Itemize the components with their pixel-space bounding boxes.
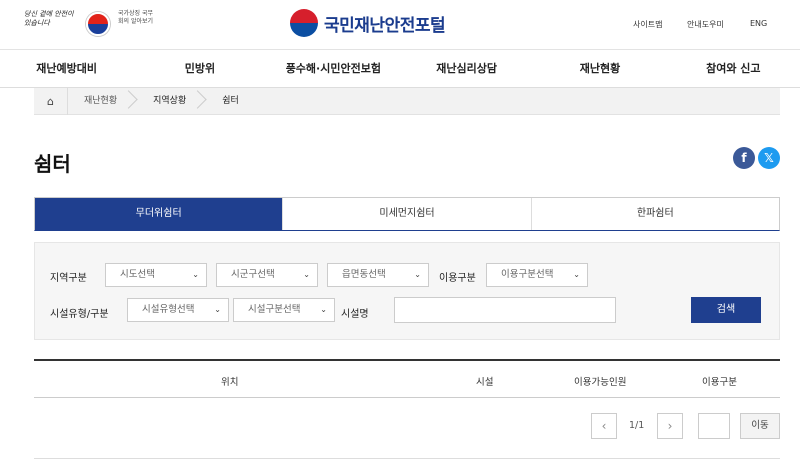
page-number-input[interactable]	[698, 413, 730, 439]
sigungu-select[interactable]: 시군구선택 ⌄	[216, 263, 318, 287]
column-location: 위치	[221, 377, 239, 388]
nav-item-disaster-status[interactable]: 재난현황	[533, 50, 666, 87]
nav-item-insurance[interactable]: 풍수해·시민안전보험	[267, 50, 400, 87]
nav-item-counseling[interactable]: 재난심리상담	[400, 50, 533, 87]
next-page-button[interactable]: ›	[657, 413, 683, 439]
home-icon[interactable]: ⌂	[34, 87, 68, 115]
eupmyeondong-select[interactable]: 읍면동선택 ⌄	[327, 263, 429, 287]
facebook-share-icon[interactable]: f	[733, 147, 755, 169]
nav-item-civil-defense[interactable]: 민방위	[133, 50, 266, 87]
tab-cold-shelter[interactable]: 한파쉼터	[530, 198, 779, 230]
column-facility: 시설	[476, 377, 494, 388]
breadcrumb-item-shelter[interactable]: 쉼터	[206, 88, 259, 115]
breadcrumb-item-region[interactable]: 지역상황	[137, 88, 206, 115]
use-type-select[interactable]: 이용구분선택 ⌄	[486, 263, 588, 287]
guide-link[interactable]: 안내도우미	[687, 19, 724, 30]
divider	[34, 458, 780, 459]
breadcrumb-item-status[interactable]: 재난현황	[68, 88, 137, 115]
use-type-label: 이용구분	[439, 273, 476, 284]
facility-class-select[interactable]: 시설구분선택 ⌄	[233, 298, 335, 322]
sitemap-link[interactable]: 사이트맵	[633, 19, 662, 30]
search-filter-panel: 지역구분 시도선택 ⌄ 시군구선택 ⌄ 읍면동선택 ⌄ 이용구분 이용구분선택 ⌄ 시설…	[34, 242, 780, 340]
result-table-header: 위치 시설 이용가능인원 이용구분	[34, 359, 780, 398]
facility-type-select[interactable]: 시설유형선택 ⌄	[127, 298, 229, 322]
tab-heat-shelter[interactable]: 무더위쉼터	[35, 198, 283, 230]
breadcrumb: ⌂ 재난현황 지역상황 쉼터	[34, 87, 780, 115]
search-button[interactable]: 검색	[691, 297, 761, 323]
facility-type-label: 시설유형/구분	[50, 309, 109, 320]
top-header: 당신 곁에 안전이 있습니다 국가상징 국무회의 알아보기 국민재난안전포털 사…	[0, 0, 800, 50]
facility-name-input[interactable]	[394, 297, 616, 323]
chevron-down-icon: ⌄	[573, 270, 580, 279]
page-info: 1/1	[629, 420, 645, 431]
nav-item-participation[interactable]: 참여와 신고	[667, 50, 800, 87]
move-page-button[interactable]: 이동	[740, 413, 780, 439]
prev-page-button[interactable]: ‹	[591, 413, 617, 439]
sido-select[interactable]: 시도선택 ⌄	[105, 263, 207, 287]
english-link[interactable]: ENG	[750, 19, 767, 28]
site-logo-text: 국민재난안전포털	[324, 15, 446, 36]
x-share-icon[interactable]: 𝕏	[758, 147, 780, 169]
eupmyeondong-select-value: 읍면동선택	[342, 269, 386, 280]
chevron-down-icon: ⌄	[303, 270, 310, 279]
taegeuk-logo-icon	[290, 9, 318, 37]
column-use-type: 이용구분	[702, 377, 737, 388]
region-label: 지역구분	[50, 273, 87, 284]
main-navigation: 재난예방대비 민방위 풍수해·시민안전보험 재난심리상담 재난현황 참여와 신고	[0, 50, 800, 88]
column-capacity: 이용가능인원	[574, 377, 627, 388]
chevron-down-icon: ⌄	[214, 305, 221, 314]
facility-name-label: 시설명	[341, 309, 369, 320]
shelter-tabs: 무더위쉼터 미세먼지쉼터 한파쉼터	[34, 197, 780, 231]
gov-symbol-link[interactable]: 국가상징 국무회의 알아보기	[118, 10, 154, 26]
slogan-logo[interactable]: 당신 곁에 안전이 있습니다	[24, 10, 80, 28]
chevron-down-icon: ⌄	[192, 270, 199, 279]
chevron-down-icon: ⌄	[320, 305, 327, 314]
sigungu-select-value: 시군구선택	[231, 269, 275, 280]
facility-class-select-value: 시설구분선택	[248, 304, 301, 315]
page-title: 쉼터	[34, 152, 71, 176]
chevron-down-icon: ⌄	[414, 270, 421, 279]
site-logo[interactable]: 국민재난안전포털	[290, 9, 446, 37]
facility-type-select-value: 시설유형선택	[142, 304, 195, 315]
taegeuk-icon[interactable]	[86, 12, 110, 36]
use-type-select-value: 이용구분선택	[501, 269, 554, 280]
sido-select-value: 시도선택	[120, 269, 155, 280]
nav-item-prevention[interactable]: 재난예방대비	[0, 50, 133, 87]
tab-dust-shelter[interactable]: 미세먼지쉼터	[282, 198, 530, 230]
